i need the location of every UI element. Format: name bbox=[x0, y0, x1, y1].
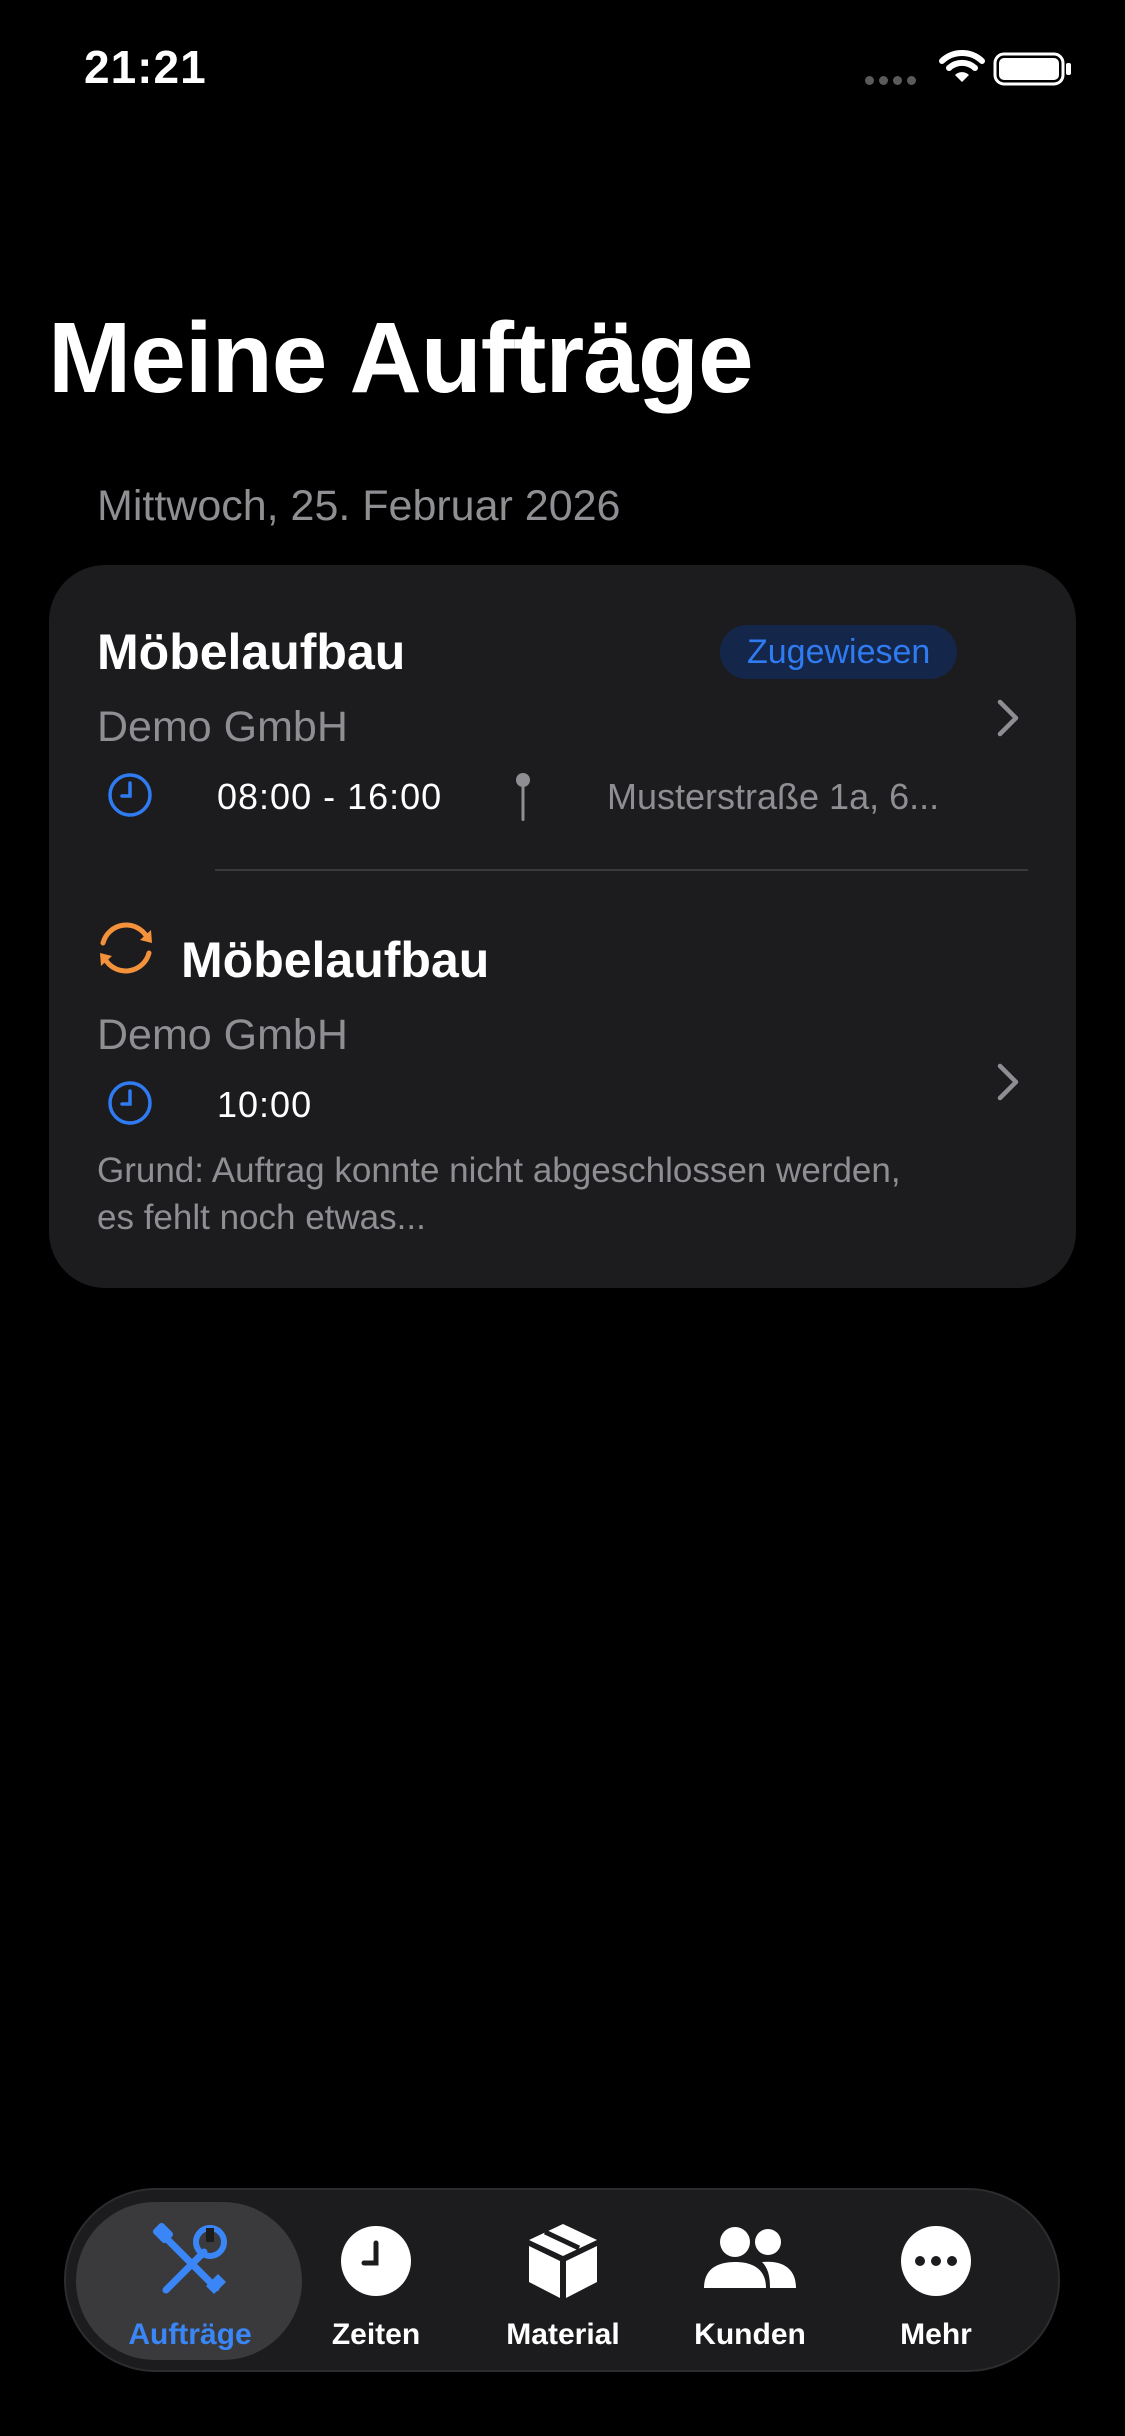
clock-icon bbox=[108, 1081, 152, 1125]
tools-icon bbox=[152, 2222, 227, 2294]
order-customer: Demo GmbH bbox=[97, 703, 348, 751]
tab-label: Kunden bbox=[694, 2318, 806, 2351]
tab-bar: Aufträge Zeiten Material Kunden Mehr bbox=[64, 2188, 1060, 2372]
order-time: 08:00 - 16:00 bbox=[217, 776, 443, 817]
row-divider bbox=[215, 869, 1028, 871]
wifi-icon bbox=[939, 50, 985, 82]
tab-mehr[interactable]: Mehr bbox=[842, 2190, 1030, 2374]
box-icon bbox=[529, 2224, 597, 2298]
status-indicators bbox=[865, 46, 1075, 92]
order-customer: Demo GmbH bbox=[97, 1011, 348, 1059]
chevron-right-icon bbox=[997, 699, 1019, 737]
battery-icon bbox=[993, 52, 1071, 86]
order-time: 10:00 bbox=[217, 1084, 313, 1125]
clock-icon bbox=[108, 773, 152, 817]
page-title: Meine Aufträge bbox=[48, 302, 754, 414]
sync-icon bbox=[100, 922, 152, 974]
order-row[interactable]: Möbelaufbau Zugewiesen Demo GmbH 08:00 -… bbox=[49, 565, 1076, 875]
order-row[interactable]: Möbelaufbau Demo GmbH 10:00 Grund: Auftr… bbox=[49, 875, 1076, 1288]
tab-zeiten[interactable]: Zeiten bbox=[282, 2190, 470, 2374]
order-title: Möbelaufbau bbox=[181, 932, 490, 988]
status-time: 21:21 bbox=[84, 41, 207, 93]
tab-kunden[interactable]: Kunden bbox=[656, 2190, 844, 2374]
chevron-right-icon bbox=[997, 1063, 1019, 1101]
order-address: Musterstraße 1a, 6... bbox=[607, 776, 940, 817]
tab-auftraege[interactable]: Aufträge bbox=[96, 2190, 284, 2374]
tab-label: Aufträge bbox=[128, 2318, 252, 2351]
date-label: Mittwoch, 25. Februar 2026 bbox=[97, 482, 621, 530]
more-icon bbox=[901, 2226, 971, 2296]
tab-material[interactable]: Material bbox=[469, 2190, 657, 2374]
order-reason: Grund: Auftrag konnte nicht abgeschlosse… bbox=[97, 1151, 901, 1237]
people-icon bbox=[704, 2227, 796, 2288]
tab-label: Zeiten bbox=[331, 2318, 421, 2351]
map-pin-icon bbox=[516, 773, 530, 821]
status-badge: Zugewiesen bbox=[720, 625, 958, 679]
tab-label: Material bbox=[506, 2318, 620, 2351]
orders-card: Möbelaufbau Zugewiesen Demo GmbH 08:00 -… bbox=[49, 565, 1076, 1288]
clock-icon bbox=[341, 2226, 411, 2296]
tab-label: Mehr bbox=[900, 2318, 972, 2351]
order-title: Möbelaufbau bbox=[97, 624, 406, 680]
